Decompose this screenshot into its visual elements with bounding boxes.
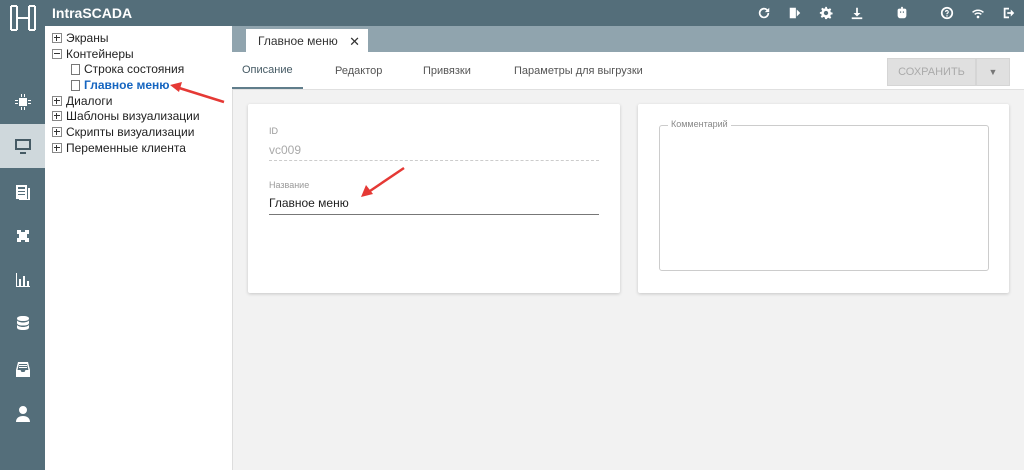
- chevron-down-icon: ▼: [988, 67, 998, 77]
- gear-icon[interactable]: [815, 2, 837, 24]
- refresh-icon[interactable]: [753, 2, 775, 24]
- archive-icon: [15, 362, 30, 377]
- id-underline: [269, 160, 599, 161]
- puzzle-icon: [16, 230, 29, 242]
- name-underline: [269, 214, 599, 215]
- top-toolbar: [744, 0, 1020, 26]
- expand-icon[interactable]: [52, 111, 62, 121]
- rail-chip[interactable]: [0, 80, 45, 124]
- monitor-icon: [14, 139, 31, 154]
- user-icon: [15, 406, 30, 422]
- name-input[interactable]: Главное меню: [269, 196, 349, 210]
- id-value: vc009: [269, 143, 302, 157]
- comment-label: Комментарий: [668, 119, 731, 129]
- layout-icon[interactable]: [784, 2, 806, 24]
- chip-icon: [14, 94, 31, 110]
- rail-components[interactable]: [0, 214, 45, 258]
- tab-bindings[interactable]: Привязки: [423, 52, 471, 89]
- expand-icon[interactable]: [52, 33, 62, 43]
- annotation-arrow-name: [361, 166, 405, 197]
- rail-user[interactable]: [0, 392, 45, 436]
- expand-icon[interactable]: [52, 96, 62, 106]
- tab-main-menu[interactable]: Главное меню ✕: [246, 29, 368, 52]
- close-icon[interactable]: ✕: [349, 34, 360, 50]
- download-icon[interactable]: [846, 2, 868, 24]
- rail-monitor[interactable]: [0, 124, 45, 168]
- tree-item-status-bar[interactable]: Строка состояния: [71, 61, 184, 77]
- tree-item-screens[interactable]: Экраны: [52, 30, 108, 46]
- document-icon: [71, 63, 80, 75]
- rail-database[interactable]: [0, 302, 45, 346]
- rail-documents[interactable]: [0, 170, 45, 214]
- tree-item-containers[interactable]: Контейнеры: [52, 46, 134, 62]
- rail-archive[interactable]: [0, 348, 45, 392]
- annotation-arrow-tree: [170, 82, 225, 104]
- tree-item-main-menu[interactable]: Главное меню: [71, 77, 170, 93]
- comment-textarea[interactable]: Комментарий: [659, 119, 989, 271]
- rail-charts[interactable]: [0, 258, 45, 302]
- tree-item-label: Строка состояния: [84, 62, 185, 76]
- comment-card: Комментарий: [638, 104, 1009, 293]
- tree-item-templates[interactable]: Шаблоны визуализации: [52, 108, 200, 124]
- tab-editor[interactable]: Редактор: [335, 52, 382, 89]
- expand-icon[interactable]: [52, 127, 62, 137]
- tab-description[interactable]: Описание: [232, 52, 303, 89]
- logo-icon: [9, 5, 36, 31]
- description-card: ID vc009 Название Главное меню: [248, 104, 620, 293]
- sub-navigation: Описание Редактор Привязки Параметры для…: [232, 52, 1024, 90]
- document-list-icon: [15, 185, 30, 200]
- robot-icon[interactable]: [891, 2, 913, 24]
- tree-item-label: Контейнеры: [66, 47, 134, 61]
- tree-item-label: Главное меню: [84, 78, 170, 92]
- tab-label: Главное меню: [258, 33, 338, 48]
- tree-item-label: Диалоги: [66, 94, 113, 108]
- save-button[interactable]: СОХРАНИТЬ: [887, 58, 976, 86]
- tab-export-params[interactable]: Параметры для выгрузки: [514, 52, 643, 89]
- tree-item-label: Экраны: [66, 31, 109, 45]
- tree-item-dialogs[interactable]: Диалоги: [52, 93, 112, 109]
- save-dropdown-button[interactable]: ▼: [976, 58, 1010, 86]
- tree-item-client-vars[interactable]: Переменные клиента: [52, 140, 186, 156]
- bar-chart-icon: [15, 273, 30, 287]
- document-icon: [71, 79, 80, 91]
- top-bar: IntraSCADA: [0, 0, 1024, 26]
- app-logo[interactable]: [0, 0, 45, 36]
- help-icon[interactable]: [936, 2, 958, 24]
- left-rail: [0, 36, 45, 470]
- collapse-icon[interactable]: [52, 49, 62, 59]
- tab-strip: Главное меню ✕: [232, 26, 1024, 52]
- tree-item-label: Переменные клиента: [66, 141, 186, 155]
- logout-icon[interactable]: [998, 2, 1020, 24]
- tree-item-label: Шаблоны визуализации: [66, 109, 200, 123]
- tree-item-label: Скрипты визуализации: [66, 125, 195, 139]
- app-title: IntraSCADA: [52, 5, 133, 21]
- id-label: ID: [269, 126, 278, 136]
- name-label: Название: [269, 180, 310, 190]
- database-icon: [16, 316, 29, 330]
- expand-icon[interactable]: [52, 143, 62, 153]
- tree-item-scripts[interactable]: Скрипты визуализации: [52, 124, 194, 140]
- wifi-icon[interactable]: [967, 2, 989, 24]
